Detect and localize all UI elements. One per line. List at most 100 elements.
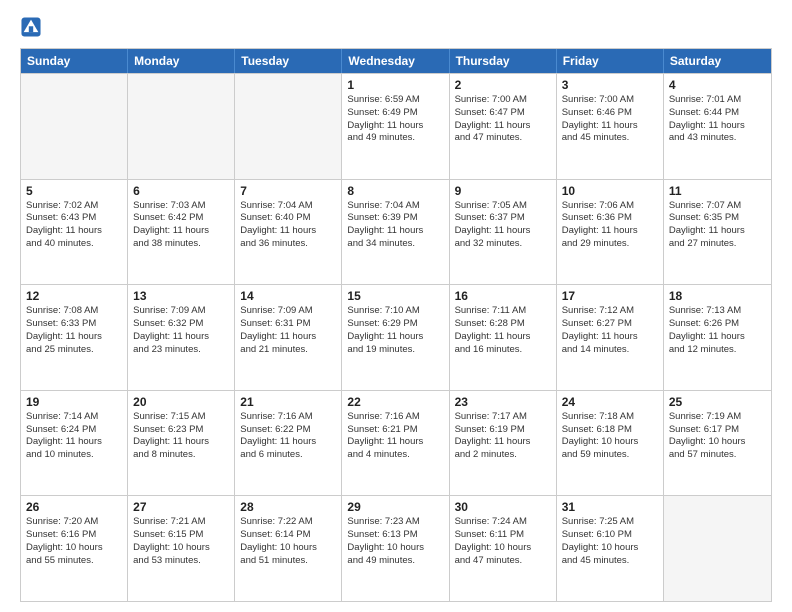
day-info: Sunrise: 7:04 AM Sunset: 6:40 PM Dayligh… bbox=[240, 200, 336, 251]
day-info: Sunrise: 7:16 AM Sunset: 6:21 PM Dayligh… bbox=[347, 411, 443, 462]
day-number: 20 bbox=[133, 395, 229, 409]
day-number: 8 bbox=[347, 184, 443, 198]
day-number: 30 bbox=[455, 500, 551, 514]
day-info: Sunrise: 7:14 AM Sunset: 6:24 PM Dayligh… bbox=[26, 411, 122, 462]
day-info: Sunrise: 7:13 AM Sunset: 6:26 PM Dayligh… bbox=[669, 305, 766, 356]
day-number: 5 bbox=[26, 184, 122, 198]
weekday-header-saturday: Saturday bbox=[664, 49, 771, 73]
day-cell-22: 22 Sunrise: 7:16 AM Sunset: 6:21 PM Dayli… bbox=[342, 391, 449, 496]
day-cell-16: 16Sunrise: 7:11 AM Sunset: 6:28 PM Dayli… bbox=[450, 285, 557, 390]
day-cell-24: 24Sunrise: 7:18 AM Sunset: 6:18 PM Dayli… bbox=[557, 391, 664, 496]
calendar-row-3: 19 Sunrise: 7:14 AM Sunset: 6:24 PM Dayli… bbox=[21, 390, 771, 496]
day-info: Sunrise: 7:22 AM Sunset: 6:14 PM Dayligh… bbox=[240, 516, 336, 567]
day-number: 25 bbox=[669, 395, 766, 409]
day-number: 10 bbox=[562, 184, 658, 198]
day-info: Sunrise: 7:15 AM Sunset: 6:23 PM Dayligh… bbox=[133, 411, 229, 462]
calendar-row-4: 26 Sunrise: 7:20 AM Sunset: 6:16 PM Dayli… bbox=[21, 495, 771, 601]
calendar-row-1: 5 Sunrise: 7:02 AM Sunset: 6:43 PM Daylig… bbox=[21, 179, 771, 285]
day-number: 9 bbox=[455, 184, 551, 198]
day-number: 26 bbox=[26, 500, 122, 514]
day-cell-19: 19 Sunrise: 7:14 AM Sunset: 6:24 PM Dayli… bbox=[21, 391, 128, 496]
calendar-row-2: 12 Sunrise: 7:08 AM Sunset: 6:33 PM Dayli… bbox=[21, 284, 771, 390]
day-cell-30: 30Sunrise: 7:24 AM Sunset: 6:11 PM Dayli… bbox=[450, 496, 557, 601]
day-number: 4 bbox=[669, 78, 766, 92]
day-number: 24 bbox=[562, 395, 658, 409]
empty-cell bbox=[664, 496, 771, 601]
day-cell-23: 23Sunrise: 7:17 AM Sunset: 6:19 PM Dayli… bbox=[450, 391, 557, 496]
day-cell-8: 8 Sunrise: 7:04 AM Sunset: 6:39 PM Daylig… bbox=[342, 180, 449, 285]
day-number: 29 bbox=[347, 500, 443, 514]
day-number: 2 bbox=[455, 78, 551, 92]
day-cell-12: 12 Sunrise: 7:08 AM Sunset: 6:33 PM Dayli… bbox=[21, 285, 128, 390]
day-number: 16 bbox=[455, 289, 551, 303]
day-info: Sunrise: 7:21 AM Sunset: 6:15 PM Dayligh… bbox=[133, 516, 229, 567]
day-cell-25: 25 Sunrise: 7:19 AM Sunset: 6:17 PM Dayli… bbox=[664, 391, 771, 496]
day-number: 23 bbox=[455, 395, 551, 409]
day-cell-29: 29 Sunrise: 7:23 AM Sunset: 6:13 PM Dayli… bbox=[342, 496, 449, 601]
day-number: 13 bbox=[133, 289, 229, 303]
logo bbox=[20, 16, 46, 38]
day-info: Sunrise: 7:02 AM Sunset: 6:43 PM Dayligh… bbox=[26, 200, 122, 251]
day-info: Sunrise: 7:01 AM Sunset: 6:44 PM Dayligh… bbox=[669, 94, 766, 145]
day-number: 27 bbox=[133, 500, 229, 514]
day-cell-9: 9 Sunrise: 7:05 AM Sunset: 6:37 PM Daylig… bbox=[450, 180, 557, 285]
weekday-header-tuesday: Tuesday bbox=[235, 49, 342, 73]
day-info: Sunrise: 6:59 AM Sunset: 6:49 PM Dayligh… bbox=[347, 94, 443, 145]
day-number: 14 bbox=[240, 289, 336, 303]
day-number: 31 bbox=[562, 500, 658, 514]
day-number: 17 bbox=[562, 289, 658, 303]
day-cell-18: 18Sunrise: 7:13 AM Sunset: 6:26 PM Dayli… bbox=[664, 285, 771, 390]
day-info: Sunrise: 7:04 AM Sunset: 6:39 PM Dayligh… bbox=[347, 200, 443, 251]
day-cell-2: 2 Sunrise: 7:00 AM Sunset: 6:47 PM Daylig… bbox=[450, 74, 557, 179]
day-cell-17: 17 Sunrise: 7:12 AM Sunset: 6:27 PM Dayli… bbox=[557, 285, 664, 390]
day-cell-6: 6 Sunrise: 7:03 AM Sunset: 6:42 PM Daylig… bbox=[128, 180, 235, 285]
calendar-row-0: 1 Sunrise: 6:59 AM Sunset: 6:49 PM Daylig… bbox=[21, 73, 771, 179]
weekday-header-sunday: Sunday bbox=[21, 49, 128, 73]
weekday-header-thursday: Thursday bbox=[450, 49, 557, 73]
day-number: 22 bbox=[347, 395, 443, 409]
day-cell-15: 15Sunrise: 7:10 AM Sunset: 6:29 PM Dayli… bbox=[342, 285, 449, 390]
calendar-header: SundayMondayTuesdayWednesdayThursdayFrid… bbox=[21, 49, 771, 73]
day-cell-21: 21 Sunrise: 7:16 AM Sunset: 6:22 PM Dayli… bbox=[235, 391, 342, 496]
day-info: Sunrise: 7:09 AM Sunset: 6:31 PM Dayligh… bbox=[240, 305, 336, 356]
empty-cell bbox=[235, 74, 342, 179]
empty-cell bbox=[128, 74, 235, 179]
day-info: Sunrise: 7:07 AM Sunset: 6:35 PM Dayligh… bbox=[669, 200, 766, 251]
day-number: 21 bbox=[240, 395, 336, 409]
day-number: 1 bbox=[347, 78, 443, 92]
day-info: Sunrise: 7:12 AM Sunset: 6:27 PM Dayligh… bbox=[562, 305, 658, 356]
day-cell-10: 10 Sunrise: 7:06 AM Sunset: 6:36 PM Dayli… bbox=[557, 180, 664, 285]
day-number: 7 bbox=[240, 184, 336, 198]
day-cell-4: 4 Sunrise: 7:01 AM Sunset: 6:44 PM Daylig… bbox=[664, 74, 771, 179]
day-info: Sunrise: 7:05 AM Sunset: 6:37 PM Dayligh… bbox=[455, 200, 551, 251]
calendar: SundayMondayTuesdayWednesdayThursdayFrid… bbox=[20, 48, 772, 602]
day-cell-27: 27 Sunrise: 7:21 AM Sunset: 6:15 PM Dayli… bbox=[128, 496, 235, 601]
day-cell-26: 26 Sunrise: 7:20 AM Sunset: 6:16 PM Dayli… bbox=[21, 496, 128, 601]
day-cell-11: 11Sunrise: 7:07 AM Sunset: 6:35 PM Dayli… bbox=[664, 180, 771, 285]
weekday-header-monday: Monday bbox=[128, 49, 235, 73]
day-info: Sunrise: 7:20 AM Sunset: 6:16 PM Dayligh… bbox=[26, 516, 122, 567]
day-info: Sunrise: 7:00 AM Sunset: 6:47 PM Dayligh… bbox=[455, 94, 551, 145]
day-number: 19 bbox=[26, 395, 122, 409]
day-cell-13: 13Sunrise: 7:09 AM Sunset: 6:32 PM Dayli… bbox=[128, 285, 235, 390]
day-cell-1: 1 Sunrise: 6:59 AM Sunset: 6:49 PM Daylig… bbox=[342, 74, 449, 179]
day-info: Sunrise: 7:19 AM Sunset: 6:17 PM Dayligh… bbox=[669, 411, 766, 462]
empty-cell bbox=[21, 74, 128, 179]
day-cell-3: 3 Sunrise: 7:00 AM Sunset: 6:46 PM Daylig… bbox=[557, 74, 664, 179]
day-info: Sunrise: 7:00 AM Sunset: 6:46 PM Dayligh… bbox=[562, 94, 658, 145]
day-cell-31: 31Sunrise: 7:25 AM Sunset: 6:10 PM Dayli… bbox=[557, 496, 664, 601]
day-info: Sunrise: 7:23 AM Sunset: 6:13 PM Dayligh… bbox=[347, 516, 443, 567]
day-cell-20: 20 Sunrise: 7:15 AM Sunset: 6:23 PM Dayli… bbox=[128, 391, 235, 496]
day-number: 3 bbox=[562, 78, 658, 92]
day-number: 6 bbox=[133, 184, 229, 198]
page: SundayMondayTuesdayWednesdayThursdayFrid… bbox=[0, 0, 792, 612]
day-info: Sunrise: 7:03 AM Sunset: 6:42 PM Dayligh… bbox=[133, 200, 229, 251]
day-cell-5: 5 Sunrise: 7:02 AM Sunset: 6:43 PM Daylig… bbox=[21, 180, 128, 285]
day-info: Sunrise: 7:08 AM Sunset: 6:33 PM Dayligh… bbox=[26, 305, 122, 356]
calendar-body: 1 Sunrise: 6:59 AM Sunset: 6:49 PM Daylig… bbox=[21, 73, 771, 601]
day-info: Sunrise: 7:16 AM Sunset: 6:22 PM Dayligh… bbox=[240, 411, 336, 462]
day-info: Sunrise: 7:06 AM Sunset: 6:36 PM Dayligh… bbox=[562, 200, 658, 251]
day-cell-28: 28 Sunrise: 7:22 AM Sunset: 6:14 PM Dayli… bbox=[235, 496, 342, 601]
day-number: 12 bbox=[26, 289, 122, 303]
day-number: 28 bbox=[240, 500, 336, 514]
